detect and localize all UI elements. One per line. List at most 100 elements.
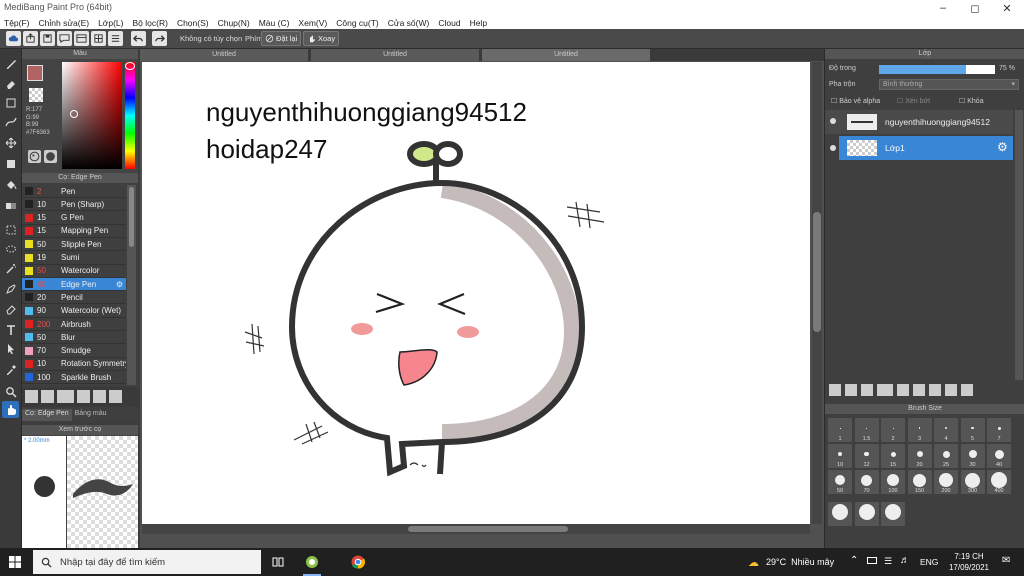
- brush-copy-button[interactable]: [77, 390, 90, 403]
- tab-palette[interactable]: Bảng màu: [72, 409, 110, 421]
- layer-row-text[interactable]: nguyenthihuonggiang94512: [825, 110, 1013, 134]
- export-button[interactable]: [23, 31, 38, 46]
- fill-tool[interactable]: [2, 155, 19, 172]
- brush-item[interactable]: 50 Watercolor: [22, 265, 126, 278]
- clipping-checkbox[interactable]: ☐ Xén bớt: [897, 97, 930, 105]
- taskbar-app-medibang[interactable]: [304, 554, 320, 570]
- lasso-tool[interactable]: [2, 241, 19, 258]
- undo-button[interactable]: [131, 31, 146, 46]
- layer-menu-button[interactable]: [877, 384, 893, 396]
- grid-button[interactable]: [91, 31, 106, 46]
- bucket-tool[interactable]: [2, 176, 19, 193]
- brush-layout-button[interactable]: [109, 390, 122, 403]
- brush-size-option[interactable]: [828, 502, 852, 526]
- magnify-tool[interactable]: [2, 383, 19, 400]
- protect-alpha-checkbox[interactable]: ☐ Bảo vệ alpha: [831, 97, 880, 105]
- gear-icon[interactable]: ⚙: [116, 280, 123, 289]
- curve-tool[interactable]: [2, 113, 19, 130]
- hue-slider-handle[interactable]: [125, 62, 135, 70]
- operation-tool[interactable]: [2, 340, 19, 357]
- add-halftone-layer-button[interactable]: [845, 384, 857, 396]
- brush-item[interactable]: 90 Watercolor (Wet): [22, 305, 126, 318]
- tab-document-1[interactable]: Untitled: [140, 49, 308, 61]
- lock-checkbox[interactable]: ☐ Khóa: [959, 97, 984, 105]
- brush-size-option[interactable]: 200: [934, 470, 958, 494]
- brush-item[interactable]: 19 Sumi: [22, 252, 126, 265]
- drawing-canvas[interactable]: nguyenthihuonggiang94512 hoidap247: [142, 62, 810, 524]
- tab-brush[interactable]: Cọ: Edge Pen: [22, 409, 72, 421]
- close-button[interactable]: ✕: [992, 0, 1022, 16]
- menu-color[interactable]: Màu (C): [259, 18, 290, 28]
- brush-size-option[interactable]: 150: [907, 470, 932, 494]
- menu-edit[interactable]: Chỉnh sửa(E): [39, 18, 90, 28]
- wifi-icon[interactable]: ☰: [884, 556, 892, 567]
- menu-tools[interactable]: Công cụ(T): [336, 18, 379, 28]
- hand-tool[interactable]: [2, 401, 19, 418]
- color-settings-button[interactable]: [44, 150, 57, 163]
- magic-wand-tool[interactable]: [2, 260, 19, 277]
- brush-size-option[interactable]: 2: [881, 418, 905, 442]
- color-picker-cursor[interactable]: [70, 110, 78, 118]
- brush-size-option[interactable]: 15: [881, 444, 905, 468]
- volume-icon[interactable]: ♬: [900, 555, 910, 566]
- brush-item[interactable]: 10 Rotation Symmetry: [22, 358, 126, 371]
- menu-layer[interactable]: Lớp(L): [98, 18, 123, 28]
- language-indicator[interactable]: ENG: [920, 557, 938, 567]
- menu-file[interactable]: Tệp(F): [4, 18, 30, 28]
- brush-size-option[interactable]: 4: [934, 418, 958, 442]
- dot-tool[interactable]: [2, 94, 19, 111]
- brush-list-scrollbar[interactable]: [127, 185, 136, 385]
- clear-layer-button[interactable]: [945, 384, 957, 396]
- palette-button[interactable]: [28, 150, 41, 163]
- layer-folder-button[interactable]: [897, 384, 909, 396]
- gradient-tool[interactable]: [2, 197, 19, 214]
- brush-size-option[interactable]: 400: [987, 470, 1011, 494]
- brush-size-option[interactable]: 5: [960, 418, 985, 442]
- taskbar-app-chrome[interactable]: [350, 554, 366, 570]
- canvas-horizontal-scrollbar[interactable]: [142, 524, 810, 534]
- transparent-color-swatch[interactable]: [29, 88, 43, 102]
- clock[interactable]: 7:19 CH 17/09/2021: [944, 551, 994, 573]
- select-pen-tool[interactable]: [2, 280, 19, 297]
- tray-chevron-up-icon[interactable]: ⌃: [850, 555, 858, 566]
- layer-visibility-eye-icon[interactable]: [830, 145, 836, 151]
- tab-document-2[interactable]: Untitled: [311, 49, 479, 61]
- duplicate-layer-button[interactable]: [913, 384, 925, 396]
- brush-size-option[interactable]: 7: [987, 418, 1011, 442]
- comment-button[interactable]: [57, 31, 72, 46]
- tab-document-3[interactable]: Untitled: [482, 49, 650, 61]
- brush-add-button[interactable]: [25, 390, 38, 403]
- blend-mode-select[interactable]: Bình thường ▾: [879, 79, 1019, 90]
- move-tool[interactable]: [2, 134, 19, 151]
- add-layer-button[interactable]: [829, 384, 841, 396]
- layer-scrollbar[interactable]: [1015, 110, 1023, 380]
- layer-visibility-eye-icon[interactable]: [830, 118, 836, 124]
- saturation-value-picker[interactable]: [62, 62, 122, 169]
- brush-item[interactable]: 20 Pencil: [22, 291, 126, 305]
- redo-button[interactable]: [152, 31, 167, 46]
- primary-color-swatch[interactable]: [27, 65, 43, 81]
- brush-item[interactable]: 100 Sparkle Brush: [22, 371, 126, 385]
- reset-button[interactable]: Đặt lại: [261, 31, 302, 46]
- windows-start-button[interactable]: [9, 556, 21, 568]
- merge-layer-button[interactable]: [929, 384, 941, 396]
- brush-folder-button[interactable]: [93, 390, 106, 403]
- brush-size-option[interactable]: 50: [828, 470, 852, 494]
- menu-select[interactable]: Chọn(S): [177, 18, 209, 28]
- save-button[interactable]: [40, 31, 55, 46]
- select-tool[interactable]: [2, 221, 19, 238]
- brush-size-option[interactable]: 70: [854, 470, 879, 494]
- text-tool[interactable]: [2, 321, 19, 338]
- minimize-button[interactable]: –: [928, 0, 958, 16]
- weather-text[interactable]: 29°C Nhiều mây: [766, 557, 834, 567]
- brush-item[interactable]: 50 Blur: [22, 331, 126, 345]
- brush-size-option[interactable]: 300: [960, 470, 985, 494]
- hue-slider[interactable]: [125, 62, 135, 169]
- brush-size-option[interactable]: [854, 502, 879, 526]
- brush-size-option[interactable]: 30: [960, 444, 985, 468]
- brush-item[interactable]: 10 Pen (Sharp): [22, 198, 126, 212]
- select-eraser-tool[interactable]: [2, 300, 19, 317]
- menu-snap[interactable]: Chụp(N): [218, 18, 250, 28]
- brush-size-option[interactable]: 3: [907, 418, 932, 442]
- panel-button[interactable]: [74, 31, 89, 46]
